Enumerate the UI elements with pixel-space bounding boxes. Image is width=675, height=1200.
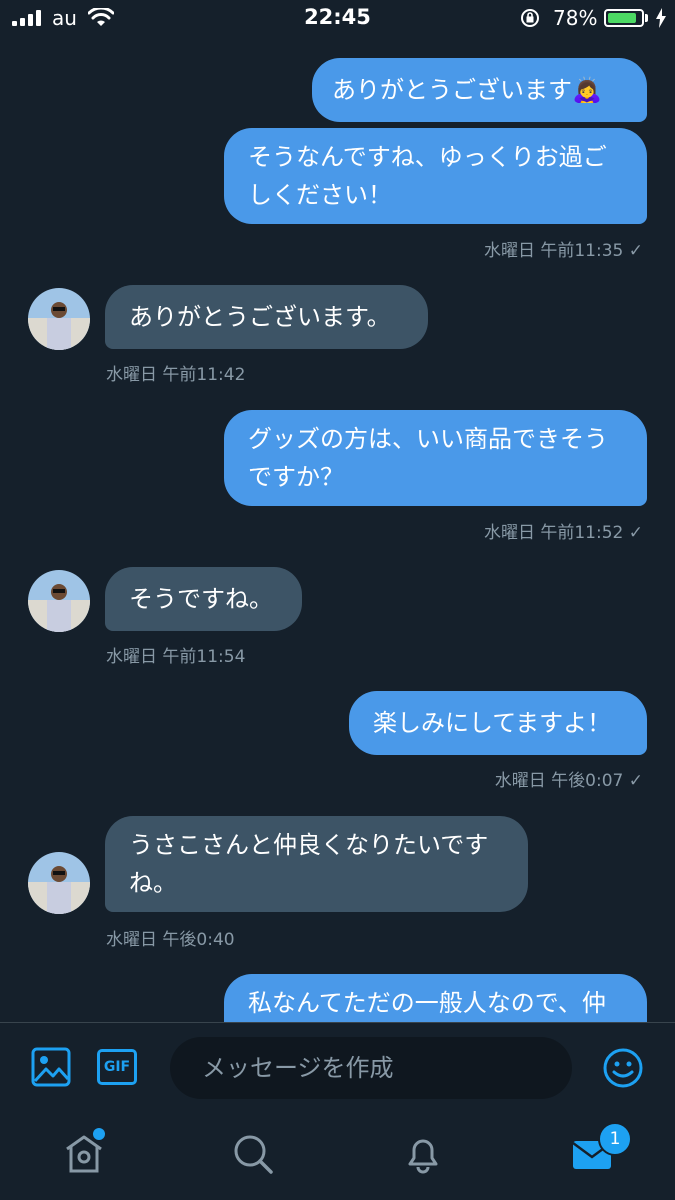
status-bar: au 22:45 78% (0, 0, 675, 36)
notifications-icon[interactable] (401, 1132, 445, 1176)
battery-nub (645, 14, 648, 22)
avatar[interactable] (28, 288, 90, 350)
charging-icon (656, 8, 666, 28)
conversation[interactable]: ありがとうございます🙇‍♀️ そうなんですね、ゆっくりお過ごしください！ 水曜日… (0, 36, 675, 1022)
messages-badge: 1 (598, 1122, 632, 1156)
message-timestamp: 水曜日 午前11:42 (106, 365, 246, 385)
battery-icon (604, 9, 644, 27)
avatar[interactable] (28, 570, 90, 632)
avatar[interactable] (28, 852, 90, 914)
message-timestamp: 水曜日 午前11:35 ✓ (483, 241, 643, 261)
battery-percent: 78% (553, 6, 598, 30)
message-bubble-outgoing[interactable]: グッズの方は、いい商品できそうですか？ (224, 410, 647, 506)
message-bubble-outgoing[interactable]: 楽しみにしてますよ！ (349, 691, 647, 755)
home-notification-dot (93, 1128, 105, 1140)
message-timestamp: 水曜日 午後0:07 ✓ (494, 771, 643, 791)
gif-button[interactable]: GIF (97, 1049, 137, 1085)
message-bubble-outgoing[interactable]: 私なんてただの一般人なので、仲 (224, 974, 647, 1022)
message-bubble-incoming[interactable]: うさこさんと仲良くなりたいですね。 (105, 816, 528, 912)
image-icon[interactable] (31, 1047, 71, 1087)
message-timestamp: 水曜日 午前11:52 ✓ (483, 523, 643, 543)
message-input[interactable]: メッセージを作成 (170, 1037, 572, 1099)
message-timestamp: 水曜日 午後0:40 (106, 930, 235, 950)
tab-bar: 1 (0, 1114, 675, 1200)
message-bubble-incoming[interactable]: そうですね。 (105, 567, 302, 631)
message-bubble-incoming[interactable]: ありがとうございます。 (105, 285, 428, 349)
search-icon[interactable] (231, 1132, 275, 1176)
message-bubble-outgoing[interactable]: ありがとうございます🙇‍♀️ (312, 58, 647, 122)
rotation-lock-icon (521, 9, 539, 27)
message-timestamp: 水曜日 午前11:54 (106, 647, 246, 667)
message-bubble-outgoing[interactable]: そうなんですね、ゆっくりお過ごしください！ (224, 128, 647, 224)
emoji-icon[interactable] (602, 1047, 644, 1089)
message-composer: GIF メッセージを作成 (0, 1022, 675, 1115)
